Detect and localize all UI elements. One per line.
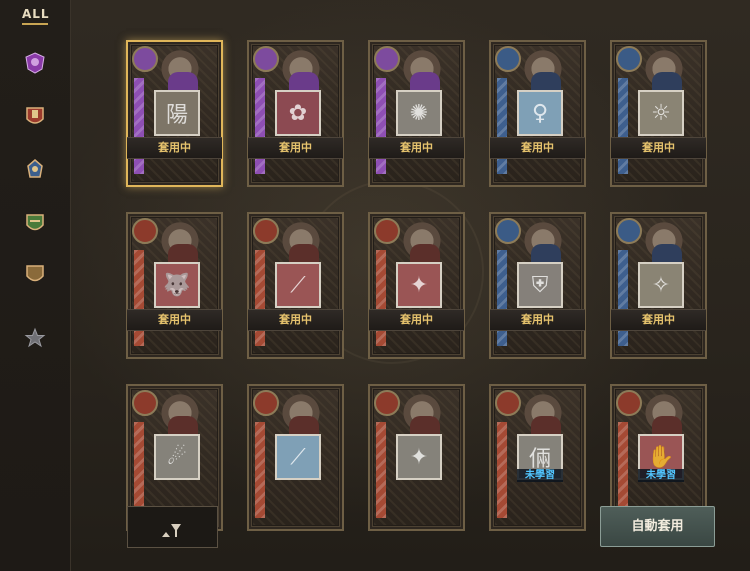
- class-emblem-icon: [495, 46, 521, 72]
- skill-card[interactable]: ⟋ 套用中: [247, 212, 344, 359]
- class-stripe: [134, 78, 144, 174]
- class-emblem-icon: [132, 390, 158, 416]
- class-emblem-icon: [374, 46, 400, 72]
- skill-card[interactable]: 倆未學習: [489, 384, 586, 531]
- class-emblem-icon: [495, 390, 521, 416]
- skill-card[interactable]: 陽套用中: [126, 40, 223, 187]
- class-emblem-icon: [253, 46, 279, 72]
- skill-card[interactable]: 🐺 套用中: [126, 212, 223, 359]
- class-emblem-icon: [495, 218, 521, 244]
- skill-glyph: ♀: [531, 100, 549, 126]
- skill-icon: ✦: [396, 262, 442, 308]
- class-emblem-icon: [616, 218, 642, 244]
- blue-crest-icon[interactable]: [24, 158, 46, 180]
- class-emblem-icon: [374, 390, 400, 416]
- bronze-crest-icon[interactable]: [24, 263, 46, 285]
- skill-icon: ✿: [275, 90, 321, 136]
- skill-glyph: ⟋: [290, 272, 306, 298]
- unlearned-status-label: 未學習: [517, 469, 563, 482]
- class-stripe: [255, 250, 265, 346]
- class-emblem-icon: [132, 218, 158, 244]
- class-stripe: [497, 250, 507, 346]
- star-icon[interactable]: [24, 327, 46, 349]
- skill-icon: ☼: [638, 90, 684, 136]
- class-emblem-icon: [616, 390, 642, 416]
- skill-glyph: ✧: [651, 272, 671, 298]
- sort-filter-button[interactable]: [127, 506, 218, 548]
- equipped-status-label: 套用中: [611, 309, 706, 331]
- class-stripe: [134, 422, 144, 518]
- equipped-status-label: 套用中: [369, 137, 464, 159]
- skill-glyph: ☼: [651, 100, 671, 126]
- class-stripe: [376, 250, 386, 346]
- class-emblem-icon: [616, 46, 642, 72]
- skill-icon: ⟋: [275, 434, 321, 480]
- skill-icon: 陽: [154, 90, 200, 136]
- skill-icon: ⛨: [517, 262, 563, 308]
- skill-card[interactable]: ⛨ 套用中: [489, 212, 586, 359]
- equipped-status-label: 套用中: [490, 137, 585, 159]
- skill-icon: ♀: [517, 90, 563, 136]
- skill-card[interactable]: ♀ 套用中: [489, 40, 586, 187]
- class-stripe: [376, 78, 386, 174]
- skill-glyph: ✺: [409, 100, 429, 126]
- skill-icon: ✺: [396, 90, 442, 136]
- skill-card[interactable]: ✦: [368, 384, 465, 531]
- skill-card[interactable]: ✧ 套用中: [610, 212, 707, 359]
- green-crest-icon[interactable]: [24, 212, 46, 234]
- class-stripe: [497, 78, 507, 174]
- skill-icon: ✧: [638, 262, 684, 308]
- auto-apply-button[interactable]: 自動套用: [600, 506, 715, 547]
- filter-all-tab[interactable]: ALL: [22, 5, 49, 25]
- red-crest-icon[interactable]: [24, 105, 46, 127]
- equipped-status-label: 套用中: [369, 309, 464, 331]
- equipped-status-label: 套用中: [611, 137, 706, 159]
- equipped-status-label: 套用中: [127, 137, 222, 159]
- class-stripe: [255, 422, 265, 518]
- skill-glyph: ✦: [409, 444, 429, 470]
- skill-card[interactable]: ⟋: [247, 384, 344, 531]
- skill-icon: ✦: [396, 434, 442, 480]
- skill-glyph: ⟋: [290, 444, 306, 470]
- skill-icon: ☄: [154, 434, 200, 480]
- class-stripe: [134, 250, 144, 346]
- skill-card[interactable]: ☼ 套用中: [610, 40, 707, 187]
- class-stripe: [255, 78, 265, 174]
- skill-icon: ⟋: [275, 262, 321, 308]
- class-emblem-icon: [132, 46, 158, 72]
- equipped-status-label: 套用中: [127, 309, 222, 331]
- class-emblem-icon: [253, 390, 279, 416]
- skill-glyph: ✦: [409, 272, 429, 298]
- unlearned-status-label: 未學習: [638, 469, 684, 482]
- skill-card[interactable]: ✿ 套用中: [247, 40, 344, 187]
- category-sidebar: ALL: [0, 0, 71, 571]
- skill-glyph: ✿: [288, 100, 308, 126]
- skill-glyph: 🐺: [163, 272, 191, 298]
- filter-funnel-icon: [162, 524, 181, 537]
- skill-glyph: ☄: [167, 444, 187, 470]
- equipped-status-label: 套用中: [490, 309, 585, 331]
- skill-glyph: ⛨: [531, 272, 549, 298]
- skill-icon: 🐺: [154, 262, 200, 308]
- class-stripe: [376, 422, 386, 518]
- skill-card[interactable]: ✦ 套用中: [368, 212, 465, 359]
- equipped-status-label: 套用中: [248, 309, 343, 331]
- class-stripe: [497, 422, 507, 518]
- class-stripe: [618, 250, 628, 346]
- purple-crest-icon[interactable]: [24, 52, 46, 74]
- class-stripe: [618, 78, 628, 174]
- skill-card[interactable]: ✺ 套用中: [368, 40, 465, 187]
- skill-glyph: 陽: [165, 103, 188, 128]
- class-emblem-icon: [374, 218, 400, 244]
- class-stripe: [618, 422, 628, 518]
- class-emblem-icon: [253, 218, 279, 244]
- equipped-status-label: 套用中: [248, 137, 343, 159]
